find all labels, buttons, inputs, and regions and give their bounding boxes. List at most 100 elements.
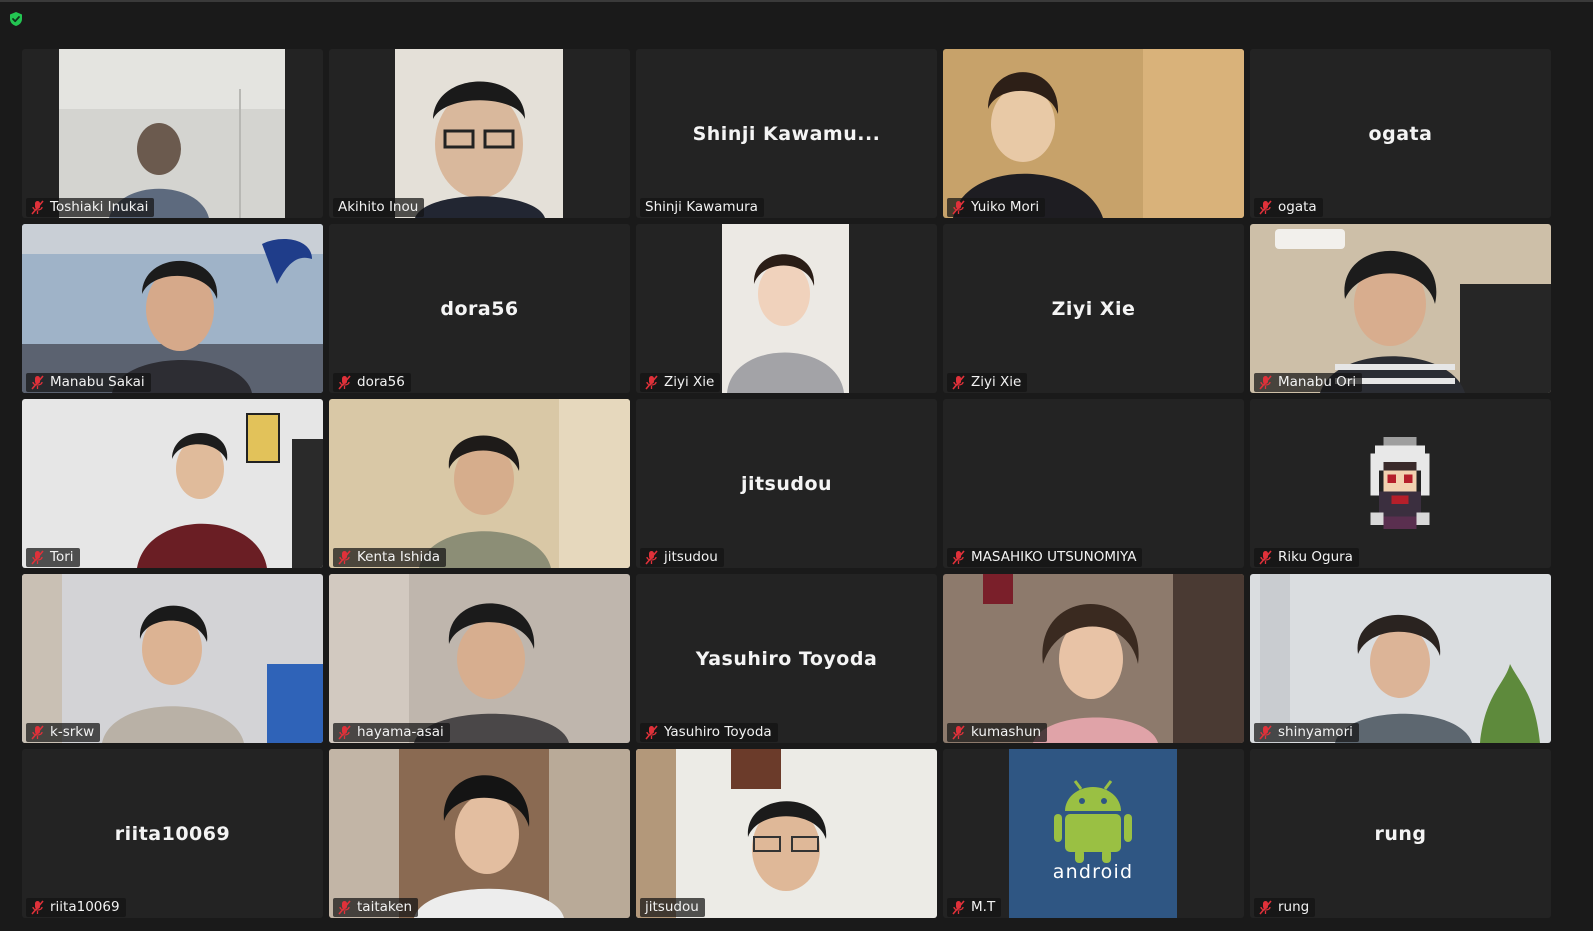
participant-tile[interactable]: Riku Ogura bbox=[1250, 399, 1551, 568]
participant-tile[interactable]: jitsudou bbox=[636, 749, 937, 918]
participant-name-label: Kenta Ishida bbox=[333, 548, 447, 567]
participant-tile[interactable]: Kenta Ishida bbox=[329, 399, 630, 568]
participant-display-name: Shinji Kawamu... bbox=[692, 122, 881, 145]
participant-video: android bbox=[1009, 749, 1177, 918]
participant-name: dora56 bbox=[357, 374, 405, 390]
participant-name-label: Manabu Ori bbox=[1254, 373, 1363, 392]
participant-name-label: Ziyi Xie bbox=[640, 373, 721, 392]
participant-name-label: Toshiaki Inukai bbox=[26, 198, 155, 217]
meeting-window: Toshiaki Inukai Akihito Inou Shinji Kawa… bbox=[0, 0, 1593, 931]
participant-video bbox=[22, 574, 323, 743]
participant-name: rung bbox=[1278, 899, 1310, 915]
participant-tile[interactable]: hayama-asai bbox=[329, 574, 630, 743]
participant-name-label: riita10069 bbox=[26, 898, 126, 917]
participant-tile[interactable]: shinyamori bbox=[1250, 574, 1551, 743]
participant-name: riita10069 bbox=[50, 899, 120, 915]
participant-name-label: k-srkw bbox=[26, 723, 101, 742]
participant-name-label: kumashun bbox=[947, 723, 1048, 742]
participant-display-name: jitsudou bbox=[740, 472, 833, 495]
gallery-grid: Toshiaki Inukai Akihito Inou Shinji Kawa… bbox=[22, 49, 1551, 918]
participant-tile[interactable]: Ziyi Xie bbox=[636, 224, 937, 393]
mic-muted-icon bbox=[1259, 375, 1272, 390]
participant-name: Yuiko Mori bbox=[971, 199, 1040, 215]
participant-tile[interactable]: jitsudou jitsudou bbox=[636, 399, 937, 568]
shield-check-icon[interactable] bbox=[8, 11, 24, 27]
participant-tile[interactable]: Manabu Sakai bbox=[22, 224, 323, 393]
participant-tile[interactable]: dora56 dora56 bbox=[329, 224, 630, 393]
participant-video bbox=[22, 399, 323, 568]
participant-name: Ziyi Xie bbox=[664, 374, 715, 390]
mic-muted-icon bbox=[31, 550, 44, 565]
participant-name-label: Yasuhiro Toyoda bbox=[640, 723, 778, 742]
participant-name-label: jitsudou bbox=[640, 548, 724, 567]
mic-muted-icon bbox=[645, 725, 658, 740]
participant-name-label: Tori bbox=[26, 548, 80, 567]
participant-name: Ziyi Xie bbox=[971, 374, 1022, 390]
participant-name: MASAHIKO UTSUNOMIYA bbox=[971, 549, 1137, 565]
participant-name-label: Yuiko Mori bbox=[947, 198, 1046, 217]
participant-display-name: Yasuhiro Toyoda bbox=[695, 647, 878, 670]
mic-muted-icon bbox=[952, 900, 965, 915]
android-logo-icon: android bbox=[1009, 749, 1177, 918]
participant-name: M.T bbox=[971, 899, 996, 915]
participant-name: Toshiaki Inukai bbox=[50, 199, 149, 215]
participant-tile[interactable]: android M.T bbox=[943, 749, 1244, 918]
mic-muted-icon bbox=[952, 725, 965, 740]
participant-tile[interactable]: rung rung bbox=[1250, 749, 1551, 918]
mic-muted-icon bbox=[31, 725, 44, 740]
participant-tile[interactable]: MASAHIKO UTSUNOMIYA bbox=[943, 399, 1244, 568]
mic-muted-icon bbox=[645, 375, 658, 390]
participant-tile[interactable]: riita10069 riita10069 bbox=[22, 749, 323, 918]
participant-name-label: Ziyi Xie bbox=[947, 373, 1028, 392]
pixel-avatar bbox=[1370, 437, 1430, 529]
participant-tile[interactable]: Shinji Kawamu... Shinji Kawamura bbox=[636, 49, 937, 218]
participant-tile[interactable]: Yuiko Mori bbox=[943, 49, 1244, 218]
participant-name: k-srkw bbox=[50, 724, 95, 740]
participant-tile[interactable]: Yasuhiro Toyoda Yasuhiro Toyoda bbox=[636, 574, 937, 743]
participant-name: Kenta Ishida bbox=[357, 549, 441, 565]
participant-name-label: Riku Ogura bbox=[1254, 548, 1359, 567]
participant-video bbox=[59, 49, 285, 218]
mic-muted-icon bbox=[338, 725, 351, 740]
participant-name: ogata bbox=[1278, 199, 1317, 215]
participant-tile[interactable]: Tori bbox=[22, 399, 323, 568]
participant-video bbox=[329, 574, 630, 743]
top-border bbox=[0, 0, 1593, 2]
participant-name: Manabu Ori bbox=[1278, 374, 1357, 390]
mic-muted-icon bbox=[31, 375, 44, 390]
participant-name-label: jitsudou bbox=[640, 898, 705, 917]
android-logo-text: android bbox=[1053, 861, 1134, 883]
participant-name: Shinji Kawamura bbox=[645, 199, 758, 215]
participant-tile[interactable]: Manabu Ori bbox=[1250, 224, 1551, 393]
participant-name-label: MASAHIKO UTSUNOMIYA bbox=[947, 548, 1143, 567]
participant-name: Tori bbox=[50, 549, 74, 565]
participant-name: Akihito Inou bbox=[338, 199, 419, 215]
participant-video bbox=[943, 49, 1244, 218]
participant-tile[interactable]: Ziyi Xie Ziyi Xie bbox=[943, 224, 1244, 393]
participant-display-name: dora56 bbox=[440, 297, 519, 320]
participant-name-label: taitaken bbox=[333, 898, 419, 917]
participant-name: hayama-asai bbox=[357, 724, 444, 740]
mic-muted-icon bbox=[338, 375, 351, 390]
participant-name-label: hayama-asai bbox=[333, 723, 450, 742]
mic-muted-icon bbox=[952, 375, 965, 390]
participant-tile[interactable]: k-srkw bbox=[22, 574, 323, 743]
participant-display-name: Ziyi Xie bbox=[1051, 297, 1136, 320]
participant-tile[interactable]: Akihito Inou bbox=[329, 49, 630, 218]
participant-video bbox=[1250, 224, 1551, 393]
participant-tile[interactable]: taitaken bbox=[329, 749, 630, 918]
participant-display-name: rung bbox=[1374, 822, 1427, 845]
participant-name: shinyamori bbox=[1278, 724, 1353, 740]
participant-tile[interactable]: ogata ogata bbox=[1250, 49, 1551, 218]
participant-video bbox=[722, 224, 849, 393]
participant-tile[interactable]: Toshiaki Inukai bbox=[22, 49, 323, 218]
participant-name-label: Manabu Sakai bbox=[26, 373, 151, 392]
mic-muted-icon bbox=[952, 200, 965, 215]
mic-muted-icon bbox=[1259, 550, 1272, 565]
participant-video bbox=[943, 574, 1244, 743]
participant-tile[interactable]: kumashun bbox=[943, 574, 1244, 743]
participant-name-label: shinyamori bbox=[1254, 723, 1359, 742]
participant-name-label: M.T bbox=[947, 898, 1002, 917]
participant-video bbox=[1250, 574, 1551, 743]
participant-name: Yasuhiro Toyoda bbox=[664, 724, 772, 740]
